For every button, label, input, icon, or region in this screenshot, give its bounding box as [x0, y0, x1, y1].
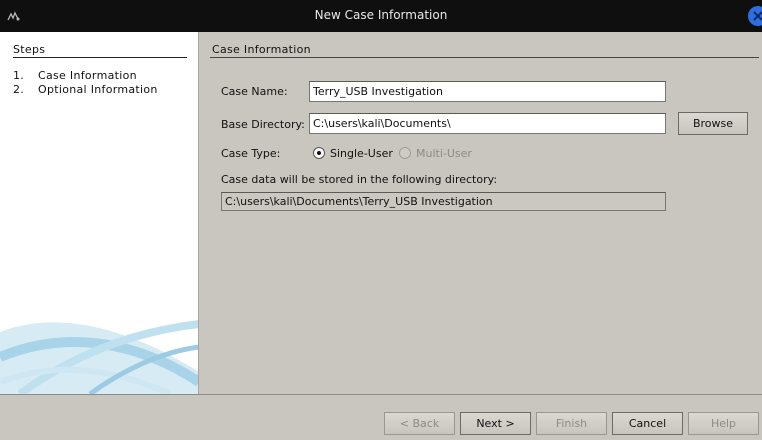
storage-directory-field: C:\users\kali\Documents\Terry_USB Invest… [221, 192, 666, 211]
window-title: New Case Information [314, 8, 448, 22]
close-button[interactable] [748, 6, 762, 26]
case-name-input[interactable]: Terry_USB Investigation [309, 81, 666, 102]
panel-divider [210, 57, 759, 58]
case-name-label: Case Name: [221, 85, 288, 98]
steps-heading: Steps [13, 43, 46, 56]
step-number: 1. [13, 69, 25, 82]
step-case-information: 1. Case Information [13, 69, 137, 82]
step-optional-information: 2. Optional Information [13, 83, 158, 96]
single-user-radio[interactable] [313, 147, 325, 159]
multi-user-option-label: Multi-User [416, 147, 472, 160]
button-bar: < Back Next > Finish Cancel Help [0, 394, 762, 440]
steps-divider [13, 57, 187, 58]
step-label: Optional Information [38, 83, 158, 96]
panel-heading: Case Information [212, 43, 311, 56]
help-button[interactable]: Help [688, 412, 759, 435]
step-label: Case Information [38, 69, 137, 82]
back-button[interactable]: < Back [384, 412, 455, 435]
next-button[interactable]: Next > [460, 412, 531, 435]
case-information-panel: Case Information Case Name: Terry_USB In… [199, 32, 762, 394]
decorative-swoosh-graphic [0, 320, 198, 394]
steps-panel: Steps 1. Case Information 2. Optional Info… [0, 32, 199, 394]
case-type-label: Case Type: [221, 147, 281, 160]
multi-user-radio[interactable] [399, 147, 411, 159]
base-directory-label: Base Directory: [221, 118, 305, 131]
finish-button[interactable]: Finish [536, 412, 607, 435]
cancel-button[interactable]: Cancel [612, 412, 683, 435]
single-user-option-label: Single-User [330, 147, 393, 160]
browse-button[interactable]: Browse [678, 112, 748, 135]
close-icon [753, 11, 762, 21]
step-number: 2. [13, 83, 25, 96]
storage-directory-label: Case data will be stored in the followin… [221, 173, 498, 186]
title-bar: New Case Information [0, 0, 762, 32]
base-directory-input[interactable]: C:\users\kali\Documents\ [309, 113, 666, 134]
